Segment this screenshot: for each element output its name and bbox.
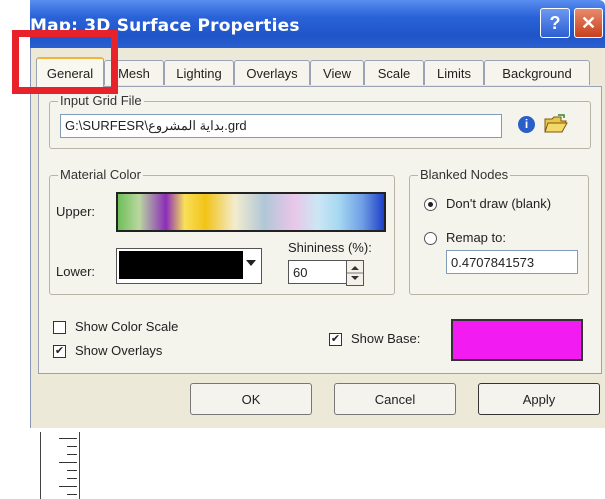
shininess-value: 60 <box>293 264 308 280</box>
input-grid-group: Input Grid File G:\SURFESR\بداية المشروع… <box>49 93 591 149</box>
apply-button[interactable]: Apply <box>478 383 600 415</box>
material-color-group: Material Color Upper: Lower: Shininess (… <box>49 167 395 295</box>
tab-background[interactable]: Background <box>484 60 590 85</box>
open-folder-icon[interactable] <box>544 114 568 134</box>
chevron-down-icon <box>246 260 256 266</box>
show-overlays-label: Show Overlays <box>75 343 163 358</box>
remap-radio[interactable] <box>424 232 437 245</box>
lower-color-select[interactable] <box>116 248 262 284</box>
remap-value: 0.4707841573 <box>451 254 535 270</box>
base-color-swatch[interactable] <box>451 319 583 361</box>
blanked-nodes-group: Blanked Nodes Don't draw (blank) Remap t… <box>409 167 589 295</box>
highlight-box <box>12 30 118 94</box>
info-icon[interactable]: i <box>518 116 535 133</box>
help-button[interactable]: ? <box>540 8 570 38</box>
general-panel: Input Grid File G:\SURFESR\بداية المشروع… <box>38 86 602 374</box>
blanked-nodes-legend: Blanked Nodes <box>418 167 511 182</box>
shininess-label: Shininess (%): <box>288 240 372 255</box>
lower-color-swatch <box>119 251 243 279</box>
lower-label: Lower: <box>56 264 96 279</box>
close-button[interactable]: ✕ <box>574 8 603 38</box>
show-base-label: Show Base: <box>351 331 421 346</box>
upper-label: Upper: <box>56 204 96 219</box>
dont-draw-label: Don't draw (blank) <box>446 196 552 211</box>
show-overlays-checkbox[interactable]: ✔ <box>53 345 66 358</box>
cancel-button[interactable]: Cancel <box>334 383 456 415</box>
ruler <box>40 432 80 499</box>
input-grid-value: G:\SURFESR\بداية المشروع.grd <box>65 118 247 133</box>
close-icon: ✕ <box>580 12 597 33</box>
show-color-scale-checkbox[interactable] <box>53 321 66 334</box>
upper-color-gradient[interactable] <box>116 192 386 232</box>
background-window <box>30 428 605 499</box>
remap-input[interactable]: 0.4707841573 <box>446 250 578 274</box>
show-color-scale-label: Show Color Scale <box>75 319 179 334</box>
tab-lighting[interactable]: Lighting <box>164 60 234 85</box>
shininess-spinner[interactable] <box>346 260 364 286</box>
input-grid-legend: Input Grid File <box>58 93 144 108</box>
dont-draw-radio[interactable] <box>424 198 437 211</box>
tab-overlays[interactable]: Overlays <box>234 60 310 85</box>
help-icon: ? <box>549 12 561 33</box>
remap-label: Remap to: <box>446 230 506 245</box>
tab-limits[interactable]: Limits <box>424 60 484 85</box>
input-grid-field[interactable]: G:\SURFESR\بداية المشروع.grd <box>60 114 502 138</box>
ok-button[interactable]: OK <box>190 383 312 415</box>
material-color-legend: Material Color <box>58 167 143 182</box>
shininess-input[interactable]: 60 <box>288 260 348 284</box>
tab-scale[interactable]: Scale <box>364 60 424 85</box>
tab-view[interactable]: View <box>310 60 364 85</box>
show-base-checkbox[interactable]: ✔ <box>329 333 342 346</box>
